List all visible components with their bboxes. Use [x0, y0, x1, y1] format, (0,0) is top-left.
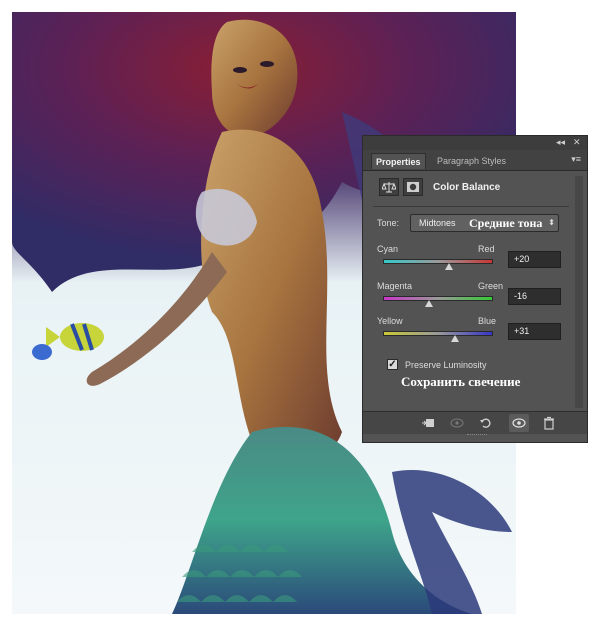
adjustment-title: Color Balance	[433, 182, 501, 193]
panel-titlebar: ◂◂ ✕	[363, 136, 587, 150]
panel-tabs: Properties Paragraph Styles ▾≡	[363, 150, 587, 171]
panel-menu-icon[interactable]: ▾≡	[571, 154, 581, 165]
preserve-luminosity-label: Preserve Luminosity	[405, 360, 487, 370]
adjustment-header: Color Balance	[363, 172, 587, 202]
slider-thumb[interactable]	[445, 263, 453, 270]
color-slider-track[interactable]	[383, 296, 493, 301]
chevron-down-icon: ⬍	[548, 218, 555, 227]
color-balance-adjustment-icon[interactable]	[379, 178, 399, 196]
panel-scrollbar[interactable]	[575, 176, 583, 408]
tone-value: Midtones	[419, 218, 456, 228]
slider-value-field[interactable]: +20	[508, 251, 561, 268]
collapse-icon[interactable]: ◂◂	[556, 137, 565, 148]
close-icon[interactable]: ✕	[573, 137, 581, 148]
color-slider-track[interactable]	[383, 259, 493, 264]
slider-value-field[interactable]: +31	[508, 323, 561, 340]
slider-thumb[interactable]	[451, 335, 460, 342]
slider-right-label: Red	[478, 244, 495, 254]
preserve-luminosity-checkbox[interactable]: ✓	[387, 359, 398, 370]
tab-properties[interactable]: Properties	[371, 153, 426, 169]
layer-mask-icon[interactable]	[403, 178, 423, 196]
preserve-luminosity-translation: Сохранить свечение	[401, 374, 521, 389]
slider-left-label: Magenta	[377, 281, 413, 291]
tone-select[interactable]: Midtones Средние тона ⬍	[410, 214, 559, 232]
eye-icon[interactable]	[509, 414, 529, 432]
toggle-visibility-preview-icon[interactable]	[449, 416, 464, 430]
tone-label: Tone:	[377, 218, 400, 228]
slider-thumb[interactable]	[425, 300, 434, 307]
slider-right-label: Blue	[478, 316, 497, 326]
clip-to-layer-icon[interactable]	[421, 416, 435, 430]
color-slider-track[interactable]	[383, 331, 493, 336]
slider-value-field[interactable]: -16	[508, 288, 561, 305]
slider-left-label: Cyan	[377, 244, 399, 254]
panel-bottom-toolbar	[363, 411, 587, 434]
resize-grip[interactable]	[467, 434, 487, 438]
slider-right-label: Green	[478, 281, 504, 291]
tone-value-translation: Средние тона	[469, 216, 543, 230]
reset-icon[interactable]	[479, 416, 493, 430]
tab-paragraph-styles[interactable]: Paragraph Styles	[433, 153, 510, 169]
properties-panel: ◂◂ ✕ Properties Paragraph Styles ▾≡ Colo…	[362, 135, 588, 443]
trash-icon[interactable]	[542, 416, 556, 430]
slider-left-label: Yellow	[377, 316, 403, 326]
divider	[373, 206, 569, 207]
